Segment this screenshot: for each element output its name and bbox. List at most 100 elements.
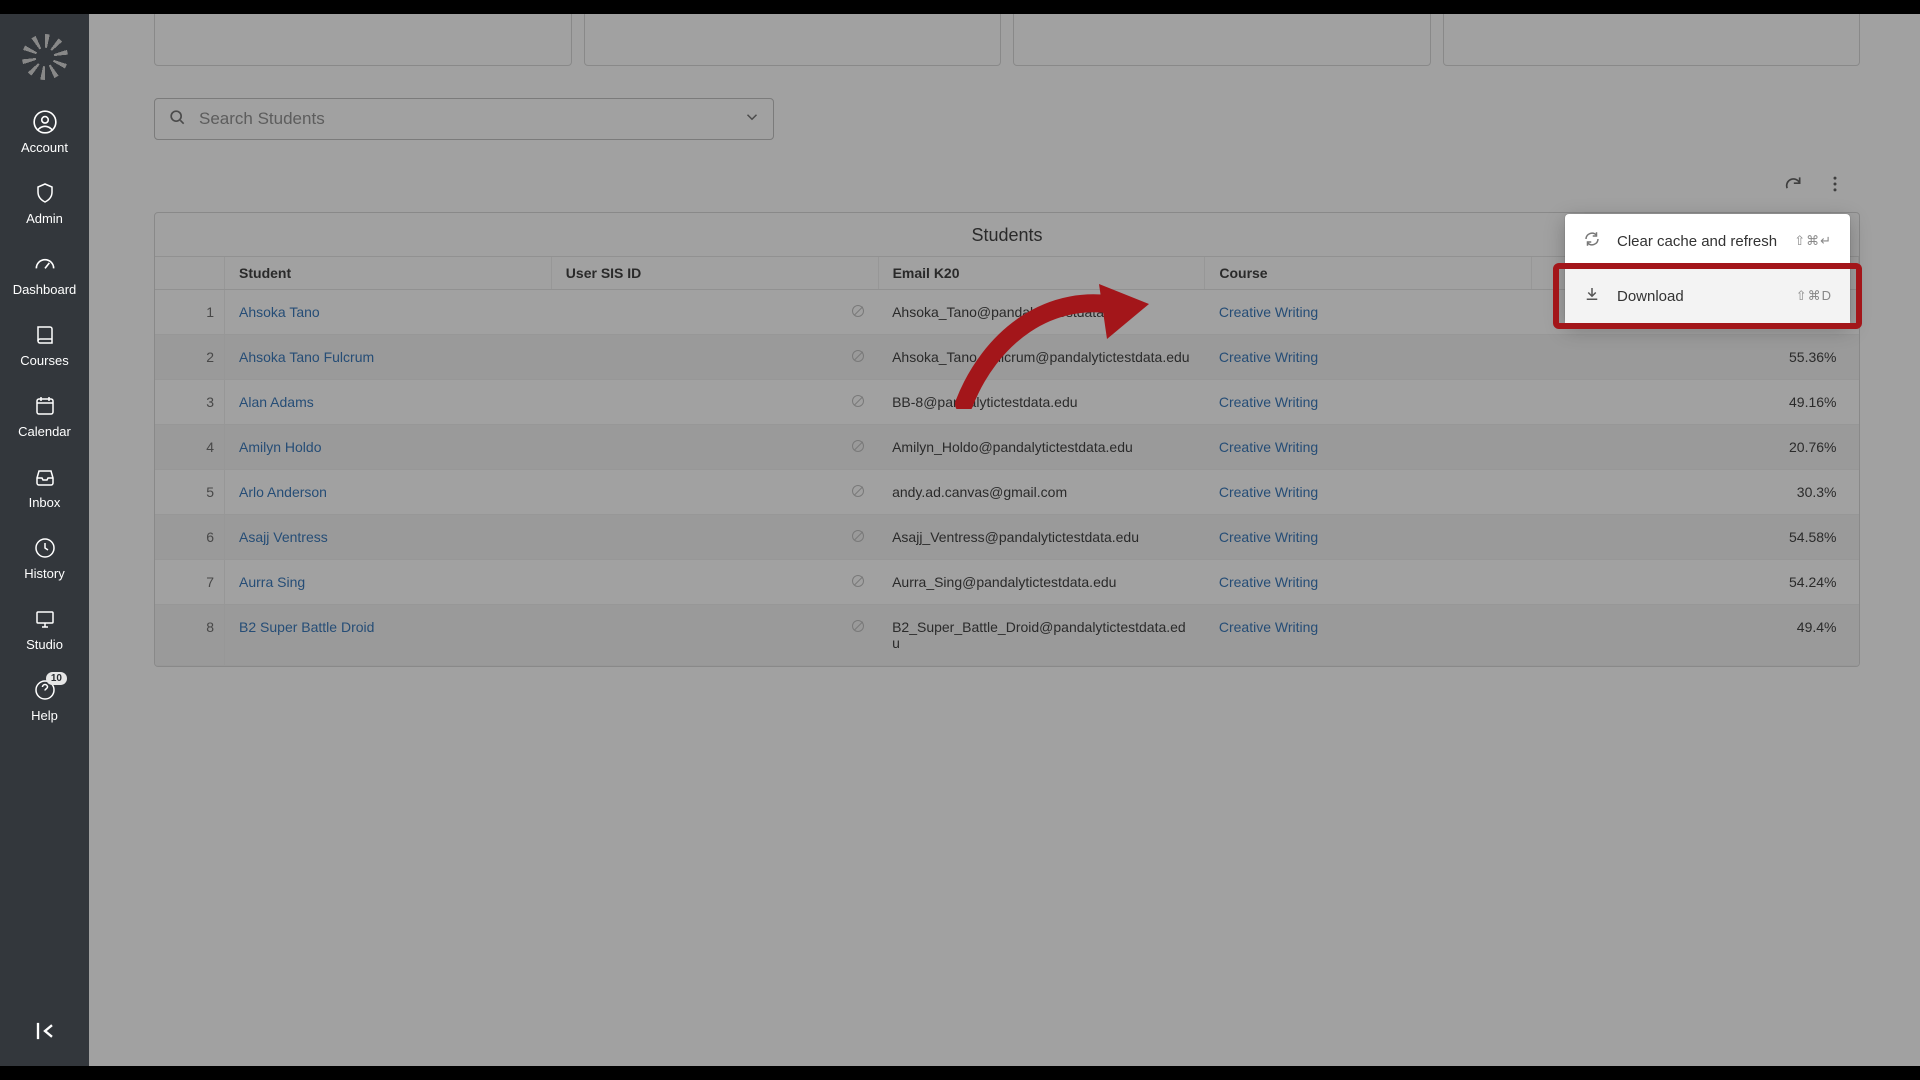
course-link[interactable]: Creative Writing — [1219, 529, 1318, 545]
cell-sis — [551, 470, 878, 515]
cell-student: Arlo Anderson — [225, 470, 552, 515]
cell-sis — [551, 605, 878, 666]
menu-clear-cache[interactable]: Clear cache and refresh ⇧⌘↵ — [1565, 214, 1850, 268]
course-link[interactable]: Creative Writing — [1219, 484, 1318, 500]
nav-help[interactable]: 10 Help — [0, 670, 89, 729]
cell-student: Ahsoka Tano — [225, 290, 552, 335]
course-link[interactable]: Creative Writing — [1219, 439, 1318, 455]
nav-courses[interactable]: Courses — [0, 315, 89, 374]
refresh-icon — [1583, 230, 1601, 252]
gauge-icon — [31, 250, 59, 278]
course-link[interactable]: Creative Writing — [1219, 619, 1318, 635]
inbox-icon — [31, 463, 59, 491]
cell-course: Creative Writing — [1205, 290, 1532, 335]
null-icon — [852, 395, 864, 407]
nav-label-dashboard: Dashboard — [13, 282, 77, 297]
cell-rownum: 6 — [155, 515, 225, 560]
student-link[interactable]: Ahsoka Tano — [239, 304, 320, 320]
table-row: 3Alan AdamsBB-8@pandalytictestdata.eduCr… — [155, 380, 1859, 425]
nav-label-help: Help — [31, 708, 58, 723]
calendar-icon — [31, 392, 59, 420]
null-icon — [852, 305, 864, 317]
letterbox-top — [0, 0, 1920, 14]
nav-label-history: History — [24, 566, 64, 581]
student-link[interactable]: Asajj Ventress — [239, 529, 328, 545]
book-icon — [31, 321, 59, 349]
student-link[interactable]: Amilyn Holdo — [239, 439, 321, 455]
cell-score: 49.4% — [1532, 605, 1859, 666]
cell-rownum: 8 — [155, 605, 225, 666]
course-link[interactable]: Creative Writing — [1219, 394, 1318, 410]
cell-student: Amilyn Holdo — [225, 425, 552, 470]
cell-course: Creative Writing — [1205, 335, 1532, 380]
cell-score: 20.76% — [1532, 425, 1859, 470]
canvas-logo[interactable] — [22, 34, 68, 80]
nav-history[interactable]: History — [0, 528, 89, 587]
cell-course: Creative Writing — [1205, 560, 1532, 605]
stat-card — [584, 14, 1002, 66]
menu-clear-label: Clear cache and refresh — [1617, 233, 1777, 250]
course-link[interactable]: Creative Writing — [1219, 304, 1318, 320]
cell-score: 54.58% — [1532, 515, 1859, 560]
cell-email: andy.ad.canvas@gmail.com — [878, 470, 1205, 515]
student-link[interactable]: Arlo Anderson — [239, 484, 327, 500]
cell-course: Creative Writing — [1205, 380, 1532, 425]
null-icon — [852, 530, 864, 542]
cell-score: 49.16% — [1532, 380, 1859, 425]
help-badge: 10 — [46, 672, 67, 685]
nav-calendar[interactable]: Calendar — [0, 386, 89, 445]
cell-course: Creative Writing — [1205, 470, 1532, 515]
cell-email: Asajj_Ventress@pandalytictestdata.edu — [878, 515, 1205, 560]
cell-sis — [551, 290, 878, 335]
search-students[interactable] — [154, 98, 774, 140]
student-link[interactable]: B2 Super Battle Droid — [239, 619, 374, 635]
cell-sis — [551, 560, 878, 605]
col-student[interactable]: Student — [225, 257, 552, 290]
cell-rownum: 1 — [155, 290, 225, 335]
cell-score: 30.3% — [1532, 470, 1859, 515]
menu-download-label: Download — [1617, 288, 1684, 305]
nav-dashboard[interactable]: Dashboard — [0, 244, 89, 303]
nav-admin[interactable]: Admin — [0, 173, 89, 232]
cell-course: Creative Writing — [1205, 515, 1532, 560]
nav-studio[interactable]: Studio — [0, 599, 89, 658]
null-icon — [852, 575, 864, 587]
cell-email: BB-8@pandalytictestdata.edu — [878, 380, 1205, 425]
collapse-sidebar-button[interactable] — [25, 1011, 65, 1056]
table-row: 5Arlo Andersonandy.ad.canvas@gmail.comCr… — [155, 470, 1859, 515]
col-course[interactable]: Course — [1205, 257, 1532, 290]
cell-rownum: 7 — [155, 560, 225, 605]
menu-download[interactable]: Download ⇧⌘D — [1565, 268, 1850, 323]
col-email[interactable]: Email K20 — [878, 257, 1205, 290]
cell-course: Creative Writing — [1205, 425, 1532, 470]
letterbox-bottom — [0, 1066, 1920, 1080]
cell-student: Alan Adams — [225, 380, 552, 425]
nav-account[interactable]: Account — [0, 102, 89, 161]
refresh-button[interactable] — [1783, 174, 1803, 194]
student-link[interactable]: Aurra Sing — [239, 574, 305, 590]
table-row: 2Ahsoka Tano FulcrumAhsoka_Tano_Fulcrum@… — [155, 335, 1859, 380]
cell-score: 55.36% — [1532, 335, 1859, 380]
course-link[interactable]: Creative Writing — [1219, 349, 1318, 365]
cell-email: Ahsoka_Tano@pandalytictestdata.edu — [878, 290, 1205, 335]
download-icon — [1583, 285, 1601, 307]
global-sidebar: Account Admin Dashboard Courses Calendar — [0, 14, 89, 1066]
content: Students Student User SIS ID Email K20 C… — [89, 14, 1920, 667]
cell-email: Amilyn_Holdo@pandalytictestdata.edu — [878, 425, 1205, 470]
chevron-down-icon[interactable] — [743, 108, 761, 131]
nav-inbox[interactable]: Inbox — [0, 457, 89, 516]
table-row: 7Aurra SingAurra_Sing@pandalytictestdata… — [155, 560, 1859, 605]
student-link[interactable]: Alan Adams — [239, 394, 314, 410]
search-row — [154, 98, 774, 140]
col-sis[interactable]: User SIS ID — [551, 257, 878, 290]
student-link[interactable]: Ahsoka Tano Fulcrum — [239, 349, 374, 365]
search-input[interactable] — [199, 109, 731, 129]
cell-sis — [551, 515, 878, 560]
monitor-icon — [31, 605, 59, 633]
table-actions — [1783, 174, 1845, 194]
shield-icon — [31, 179, 59, 207]
kebab-menu-button[interactable] — [1825, 174, 1845, 194]
nav-label-courses: Courses — [20, 353, 68, 368]
cell-student: B2 Super Battle Droid — [225, 605, 552, 666]
course-link[interactable]: Creative Writing — [1219, 574, 1318, 590]
